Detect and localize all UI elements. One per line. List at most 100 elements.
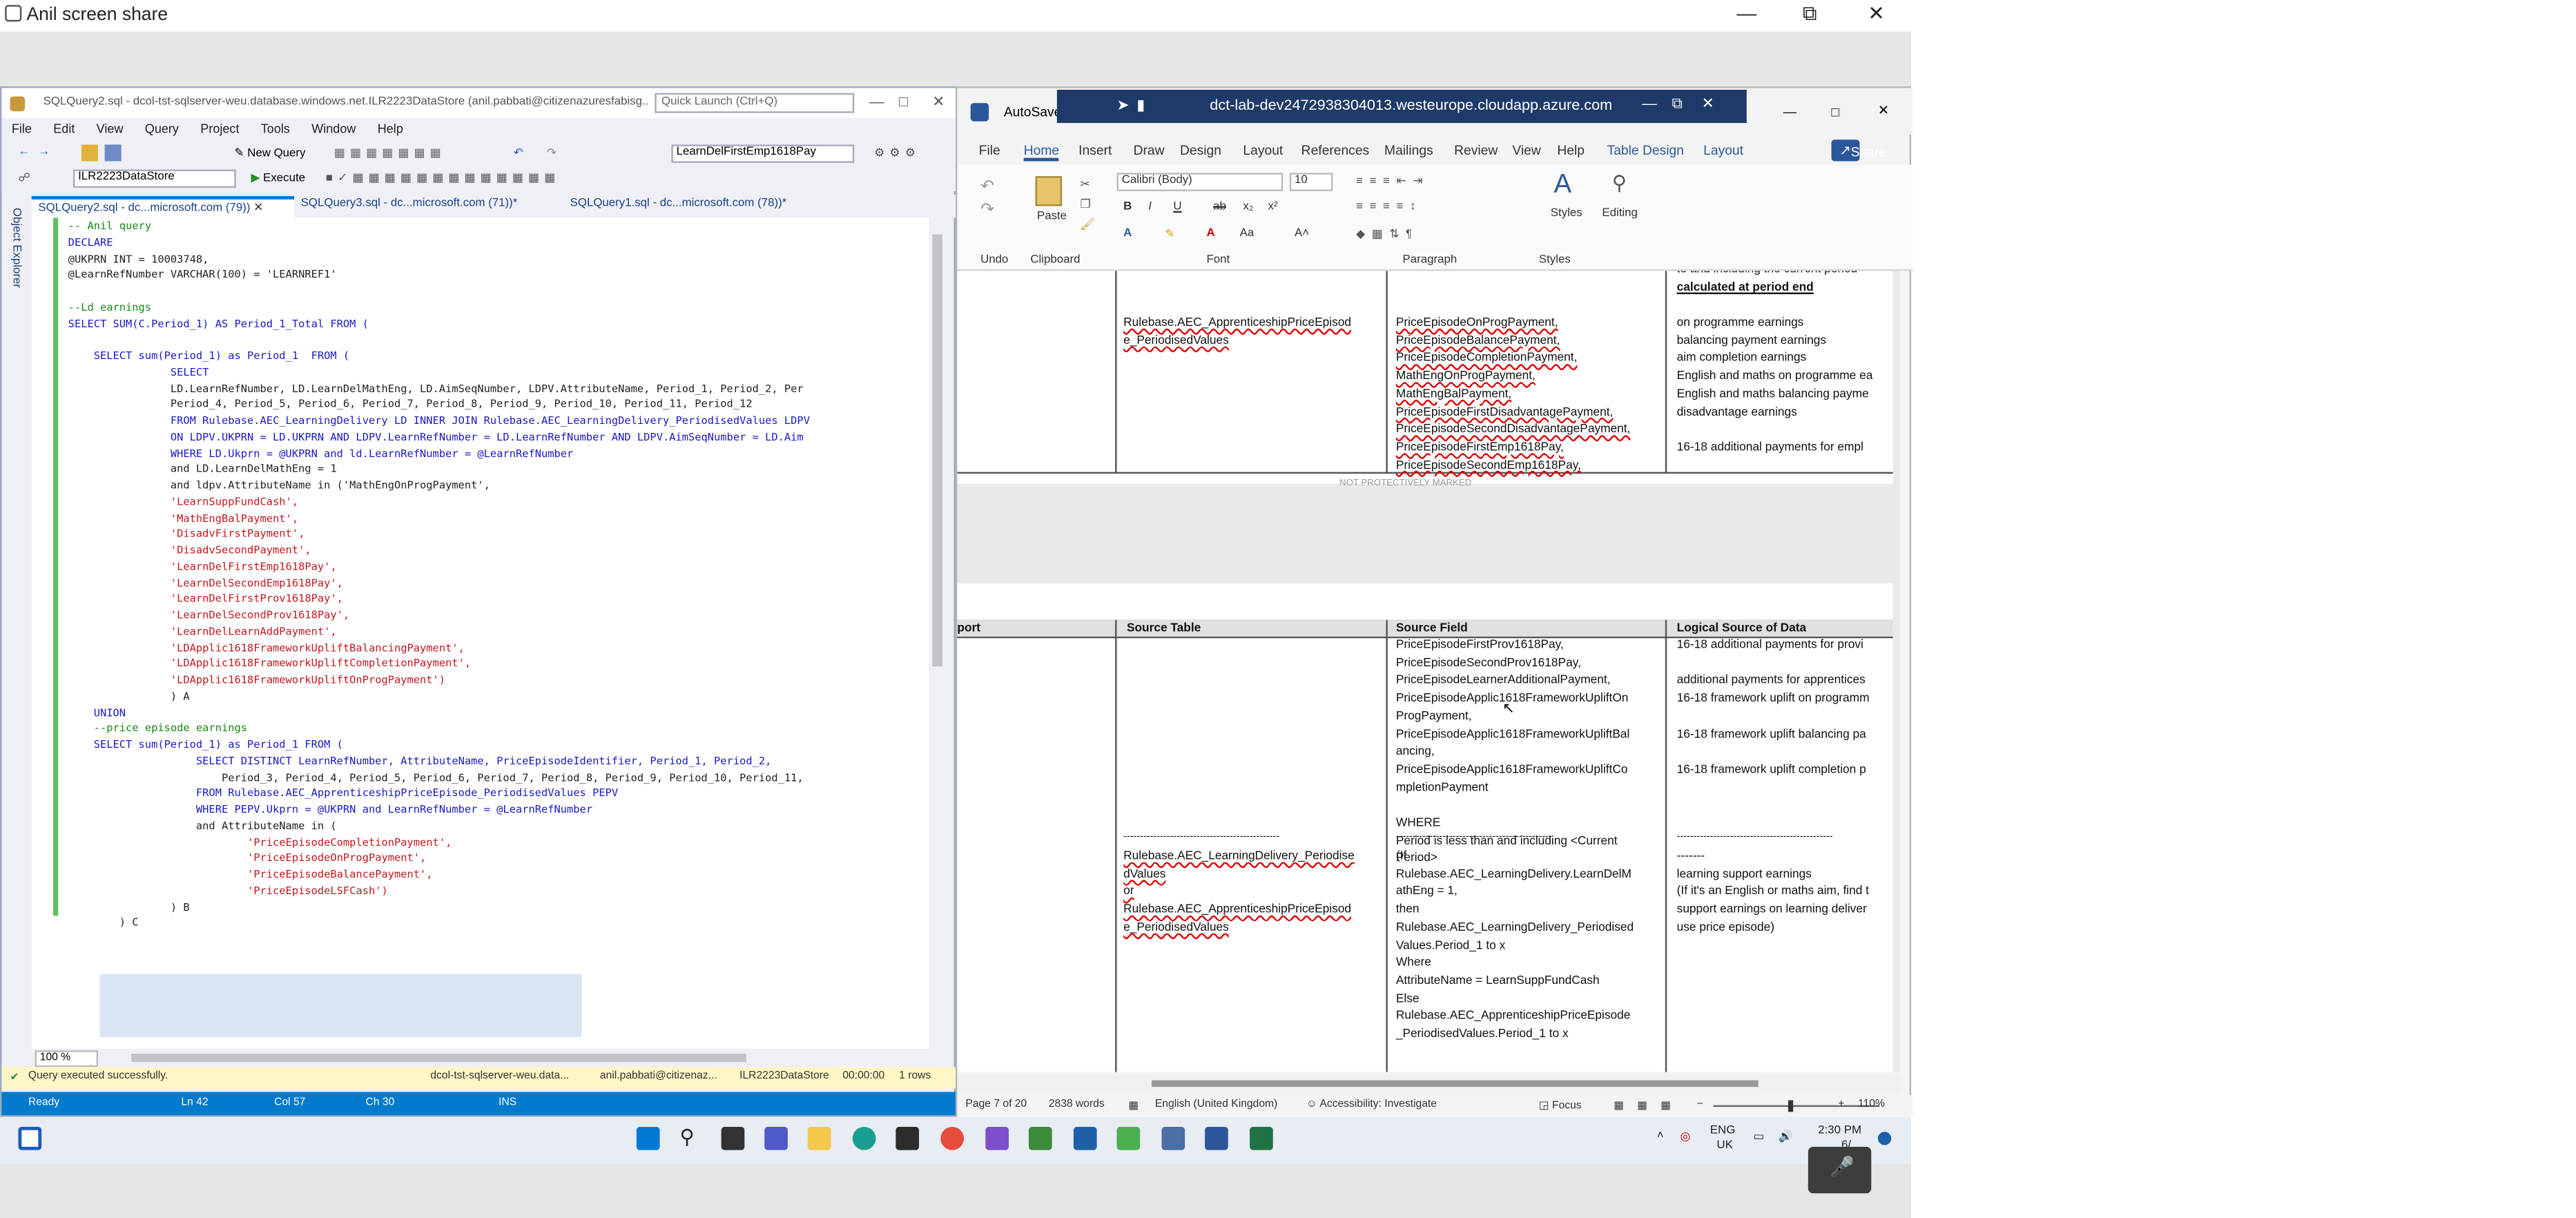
superscript-button[interactable]: x² bbox=[1268, 201, 1278, 213]
redo-icon[interactable]: ↷ bbox=[980, 201, 994, 219]
teams-icon[interactable] bbox=[764, 1126, 788, 1150]
restore-icon[interactable]: ⧉ bbox=[1672, 95, 1682, 113]
forward-icon[interactable]: → bbox=[38, 146, 50, 158]
undo-icon[interactable]: ↶ bbox=[980, 178, 994, 196]
close-icon[interactable]: ✕ bbox=[932, 93, 945, 111]
zoom-in-icon[interactable]: + bbox=[1838, 1099, 1844, 1110]
close-icon[interactable]: ✕ bbox=[1702, 95, 1714, 113]
proofing-icon[interactable]: ▦ bbox=[1128, 1099, 1139, 1112]
minimize-icon[interactable]: — bbox=[1730, 1, 1763, 25]
task-view-icon[interactable] bbox=[721, 1126, 745, 1150]
database-dropdown[interactable]: ILR2223DataStore bbox=[72, 169, 236, 188]
tab-review[interactable]: Review bbox=[1454, 143, 1498, 158]
microphone-button[interactable]: 🎤 bbox=[1808, 1146, 1872, 1194]
zoom-dropdown[interactable]: 100 % bbox=[35, 1050, 99, 1067]
zoom-level[interactable]: 110% bbox=[1858, 1099, 1885, 1110]
alignment-buttons[interactable]: ≡≡≡≡↕ bbox=[1356, 201, 1422, 213]
new-query-button[interactable]: ✎ New Query bbox=[234, 146, 305, 160]
redo-icon[interactable]: ↷ bbox=[547, 146, 556, 160]
change-case-button[interactable]: Aa bbox=[1240, 228, 1255, 240]
file-explorer-icon[interactable] bbox=[807, 1126, 831, 1150]
menu-item[interactable]: Tools bbox=[261, 122, 290, 137]
execute-button[interactable]: ▶ Execute bbox=[251, 171, 305, 184]
notification-icon[interactable] bbox=[1877, 1132, 1892, 1146]
font-color-button[interactable]: A bbox=[1206, 228, 1214, 240]
app-icon[interactable] bbox=[1028, 1126, 1052, 1150]
minimize-icon[interactable]: — bbox=[1783, 105, 1797, 120]
tab-draw[interactable]: Draw bbox=[1134, 143, 1165, 158]
italic-button[interactable]: I bbox=[1148, 201, 1152, 213]
menu-item[interactable]: Help bbox=[378, 122, 403, 137]
menu-item[interactable]: File bbox=[12, 122, 32, 137]
vertical-scrollbar[interactable] bbox=[929, 218, 946, 1049]
accessibility-status[interactable]: ☺ Accessibility: Investigate bbox=[1306, 1099, 1437, 1110]
tab-help[interactable]: Help bbox=[1557, 143, 1585, 158]
remote-desktop-icon[interactable] bbox=[1161, 1126, 1185, 1150]
azure-icon[interactable] bbox=[1073, 1126, 1097, 1150]
word-count[interactable]: 2838 words bbox=[1049, 1099, 1105, 1110]
menu-item[interactable]: Query bbox=[145, 122, 179, 137]
tab-mailings[interactable]: Mailings bbox=[1384, 143, 1433, 158]
query-toolbar-icons[interactable]: ▦▦▦▦▦▦▦ bbox=[334, 146, 446, 160]
underline-button[interactable]: U bbox=[1173, 201, 1181, 213]
display-icon[interactable]: ▭ bbox=[1753, 1130, 1764, 1143]
strikethrough-button[interactable]: ab bbox=[1213, 201, 1226, 213]
task-view-icon[interactable] bbox=[18, 1126, 42, 1150]
horizontal-scrollbar[interactable] bbox=[131, 1054, 746, 1063]
lang-eng[interactable]: ENG bbox=[1710, 1125, 1736, 1137]
search-icon[interactable]: ⚲ bbox=[1612, 171, 1627, 195]
close-icon[interactable]: ✕ bbox=[1859, 1, 1892, 25]
autosave-label[interactable]: AutoSave bbox=[1004, 105, 1062, 120]
bold-button[interactable]: B bbox=[1123, 201, 1132, 213]
menu-item[interactable]: Edit bbox=[53, 122, 75, 137]
edge-icon[interactable] bbox=[852, 1126, 876, 1150]
search-dropdown[interactable]: LearnDelFirstEmp1618Pay bbox=[671, 144, 855, 163]
tab-file[interactable]: File bbox=[979, 143, 1000, 158]
language[interactable]: English (United Kingdom) bbox=[1155, 1099, 1277, 1110]
undo-icon[interactable]: ↶ bbox=[514, 146, 523, 160]
paste-icon[interactable] bbox=[1035, 176, 1063, 206]
visual-studio-icon[interactable] bbox=[985, 1126, 1009, 1150]
styles-button[interactable]: Styles bbox=[1551, 208, 1582, 220]
highlight-icon[interactable]: ✎ bbox=[1165, 228, 1174, 241]
quick-launch-input[interactable]: Quick Launch (Ctrl+Q) bbox=[655, 93, 855, 113]
object-explorer-tab[interactable]: Object Explorer bbox=[3, 194, 30, 1092]
minimize-icon[interactable]: — bbox=[869, 93, 884, 110]
grow-font-button[interactable]: A˄ bbox=[1295, 228, 1309, 240]
horizontal-scrollbar[interactable] bbox=[957, 1075, 1900, 1092]
volume-icon[interactable]: 🔊 bbox=[1778, 1130, 1792, 1143]
tab-view[interactable]: View bbox=[1512, 143, 1540, 158]
tools-icon[interactable] bbox=[1116, 1126, 1141, 1150]
pin-icon[interactable]: ➤ bbox=[1117, 97, 1130, 115]
menu-item[interactable]: Project bbox=[200, 122, 239, 137]
styles-icon[interactable]: A bbox=[1554, 171, 1572, 201]
focus-button[interactable]: ◲ Focus bbox=[1539, 1099, 1582, 1112]
list-buttons[interactable]: ≡≡≡⇤⇥ bbox=[1356, 175, 1429, 188]
clock-time[interactable]: 2:30 PM bbox=[1818, 1125, 1861, 1137]
word-icon[interactable] bbox=[1205, 1126, 1228, 1150]
subscript-button[interactable]: x₂ bbox=[1243, 201, 1253, 213]
cut-icon[interactable]: ✂ bbox=[1081, 178, 1090, 191]
copy-icon[interactable]: ❐ bbox=[1081, 197, 1091, 211]
zoom-slider[interactable] bbox=[1713, 1100, 1880, 1112]
save-icon[interactable] bbox=[104, 144, 122, 162]
tab-table-layout[interactable]: Layout bbox=[1703, 143, 1743, 158]
close-icon[interactable]: ✕ bbox=[1878, 103, 1889, 118]
close-icon[interactable]: ✕ bbox=[253, 203, 263, 215]
search-icon[interactable]: ⚲ bbox=[679, 1125, 703, 1149]
tab-references[interactable]: References bbox=[1301, 143, 1369, 158]
sql-editor[interactable]: -- Anil query DECLARE @UKPRN INT = 1000374… bbox=[31, 218, 946, 1049]
font-name-dropdown[interactable]: Calibri (Body) bbox=[1116, 173, 1284, 191]
minimize-icon[interactable]: — bbox=[1642, 95, 1657, 111]
menu-item[interactable]: View bbox=[97, 122, 124, 137]
tab-layout[interactable]: Layout bbox=[1243, 143, 1283, 158]
format-painter-icon[interactable]: 🖌 bbox=[1081, 218, 1095, 231]
lang-uk[interactable]: UK bbox=[1716, 1140, 1732, 1152]
font-size-dropdown[interactable]: 10 bbox=[1289, 173, 1333, 191]
shading-borders-buttons[interactable]: ◆▦⇅¶ bbox=[1356, 228, 1419, 241]
editing-button[interactable]: Editing bbox=[1602, 208, 1638, 220]
folder-icon[interactable] bbox=[81, 144, 99, 162]
tab-sqlquery1[interactable]: SQLQuery1.sql - dc...microsoft.com (78))… bbox=[563, 196, 829, 218]
page-count[interactable]: Page 7 of 20 bbox=[965, 1099, 1027, 1110]
chrome-icon[interactable] bbox=[940, 1126, 965, 1150]
